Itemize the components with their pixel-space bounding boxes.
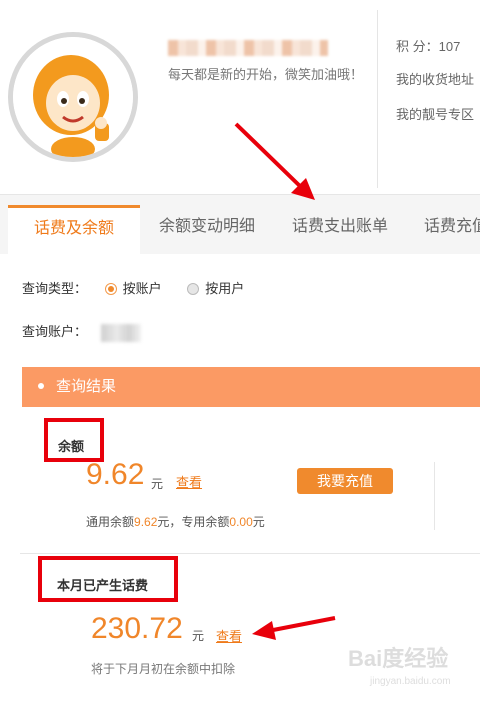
radio-by-user[interactable] — [187, 282, 200, 295]
query-account-label: 查询账户： — [22, 324, 88, 339]
tab-fee-and-balance[interactable]: 话费及余额 — [8, 205, 140, 255]
special-balance: 0.00 — [229, 515, 253, 529]
points-value: 107 — [438, 39, 461, 54]
avatar[interactable] — [8, 32, 138, 162]
mascot-avatar-icon — [13, 37, 133, 157]
radio-by-account[interactable] — [104, 282, 117, 295]
section-divider — [20, 553, 480, 554]
result-title: 查询结果 — [56, 378, 117, 395]
month-fee-amount: 230.72 — [91, 612, 183, 645]
query-type-radios: 按账户 按用户 — [104, 278, 267, 297]
watermark-url: jingyan.baidu.com — [370, 676, 451, 687]
balance-view-link[interactable]: 查看 — [176, 472, 202, 491]
bullet-icon — [38, 382, 44, 389]
radio-by-account-label[interactable]: 按账户 — [123, 278, 162, 297]
query-type-row: 查询类型： 按账户 按用户 — [22, 278, 266, 297]
deduct-note: 将于下月月初在余额中扣除 — [91, 662, 236, 676]
balance-detail: 通用余额9.62元，专用余额0.00元 — [86, 513, 265, 530]
tab-fee-bill[interactable]: 话费支出账单 — [274, 205, 406, 255]
recharge-button[interactable]: 我要充值 — [297, 468, 393, 494]
balance-unit: 元 — [151, 477, 164, 491]
query-account-row: 查询账户： — [22, 321, 141, 342]
result-header: 查询结果 — [22, 367, 480, 407]
tab-bar: 话费及余额 余额变动明细 话费支出账单 话费充值 — [0, 194, 480, 255]
annotation-box-month-fee — [38, 556, 178, 602]
detail-prefix: 通用余额 — [86, 515, 135, 529]
watermark-logo: Bai度经验 — [348, 646, 449, 671]
address-link[interactable]: 我的收货地址 — [396, 69, 474, 88]
profile-motto: 每天都是新的开始，微笑加油哦！ — [168, 67, 364, 82]
annotation-box-balance — [44, 418, 104, 462]
account-redacted — [100, 323, 141, 342]
balance-divider — [434, 462, 435, 530]
username-redacted — [168, 40, 328, 56]
header-divider — [377, 10, 378, 188]
points-label: 积 分： — [396, 39, 439, 54]
balance-amount: 9.62 — [86, 458, 145, 491]
general-balance: 9.62 — [134, 515, 158, 529]
detail-mid: 元，专用余额 — [157, 515, 230, 529]
detail-suffix: 元 — [252, 515, 265, 529]
radio-by-user-label[interactable]: 按用户 — [205, 278, 244, 297]
month-fee-view-link[interactable]: 查看 — [216, 626, 242, 645]
query-type-label: 查询类型： — [22, 281, 88, 296]
arrow-to-view-link-icon — [252, 616, 336, 640]
points-item[interactable]: 积 分：107 — [396, 36, 460, 55]
number-zone-link[interactable]: 我的靓号专区 — [396, 104, 474, 123]
profile-header: 每天都是新的开始，微笑加油哦！ 积 分：107 我的收货地址 我的靓号专区 — [0, 0, 480, 194]
month-fee-unit: 元 — [192, 629, 205, 643]
tab-recharge[interactable]: 话费充值 — [406, 205, 480, 255]
tab-balance-changes[interactable]: 余额变动明细 — [140, 205, 274, 255]
